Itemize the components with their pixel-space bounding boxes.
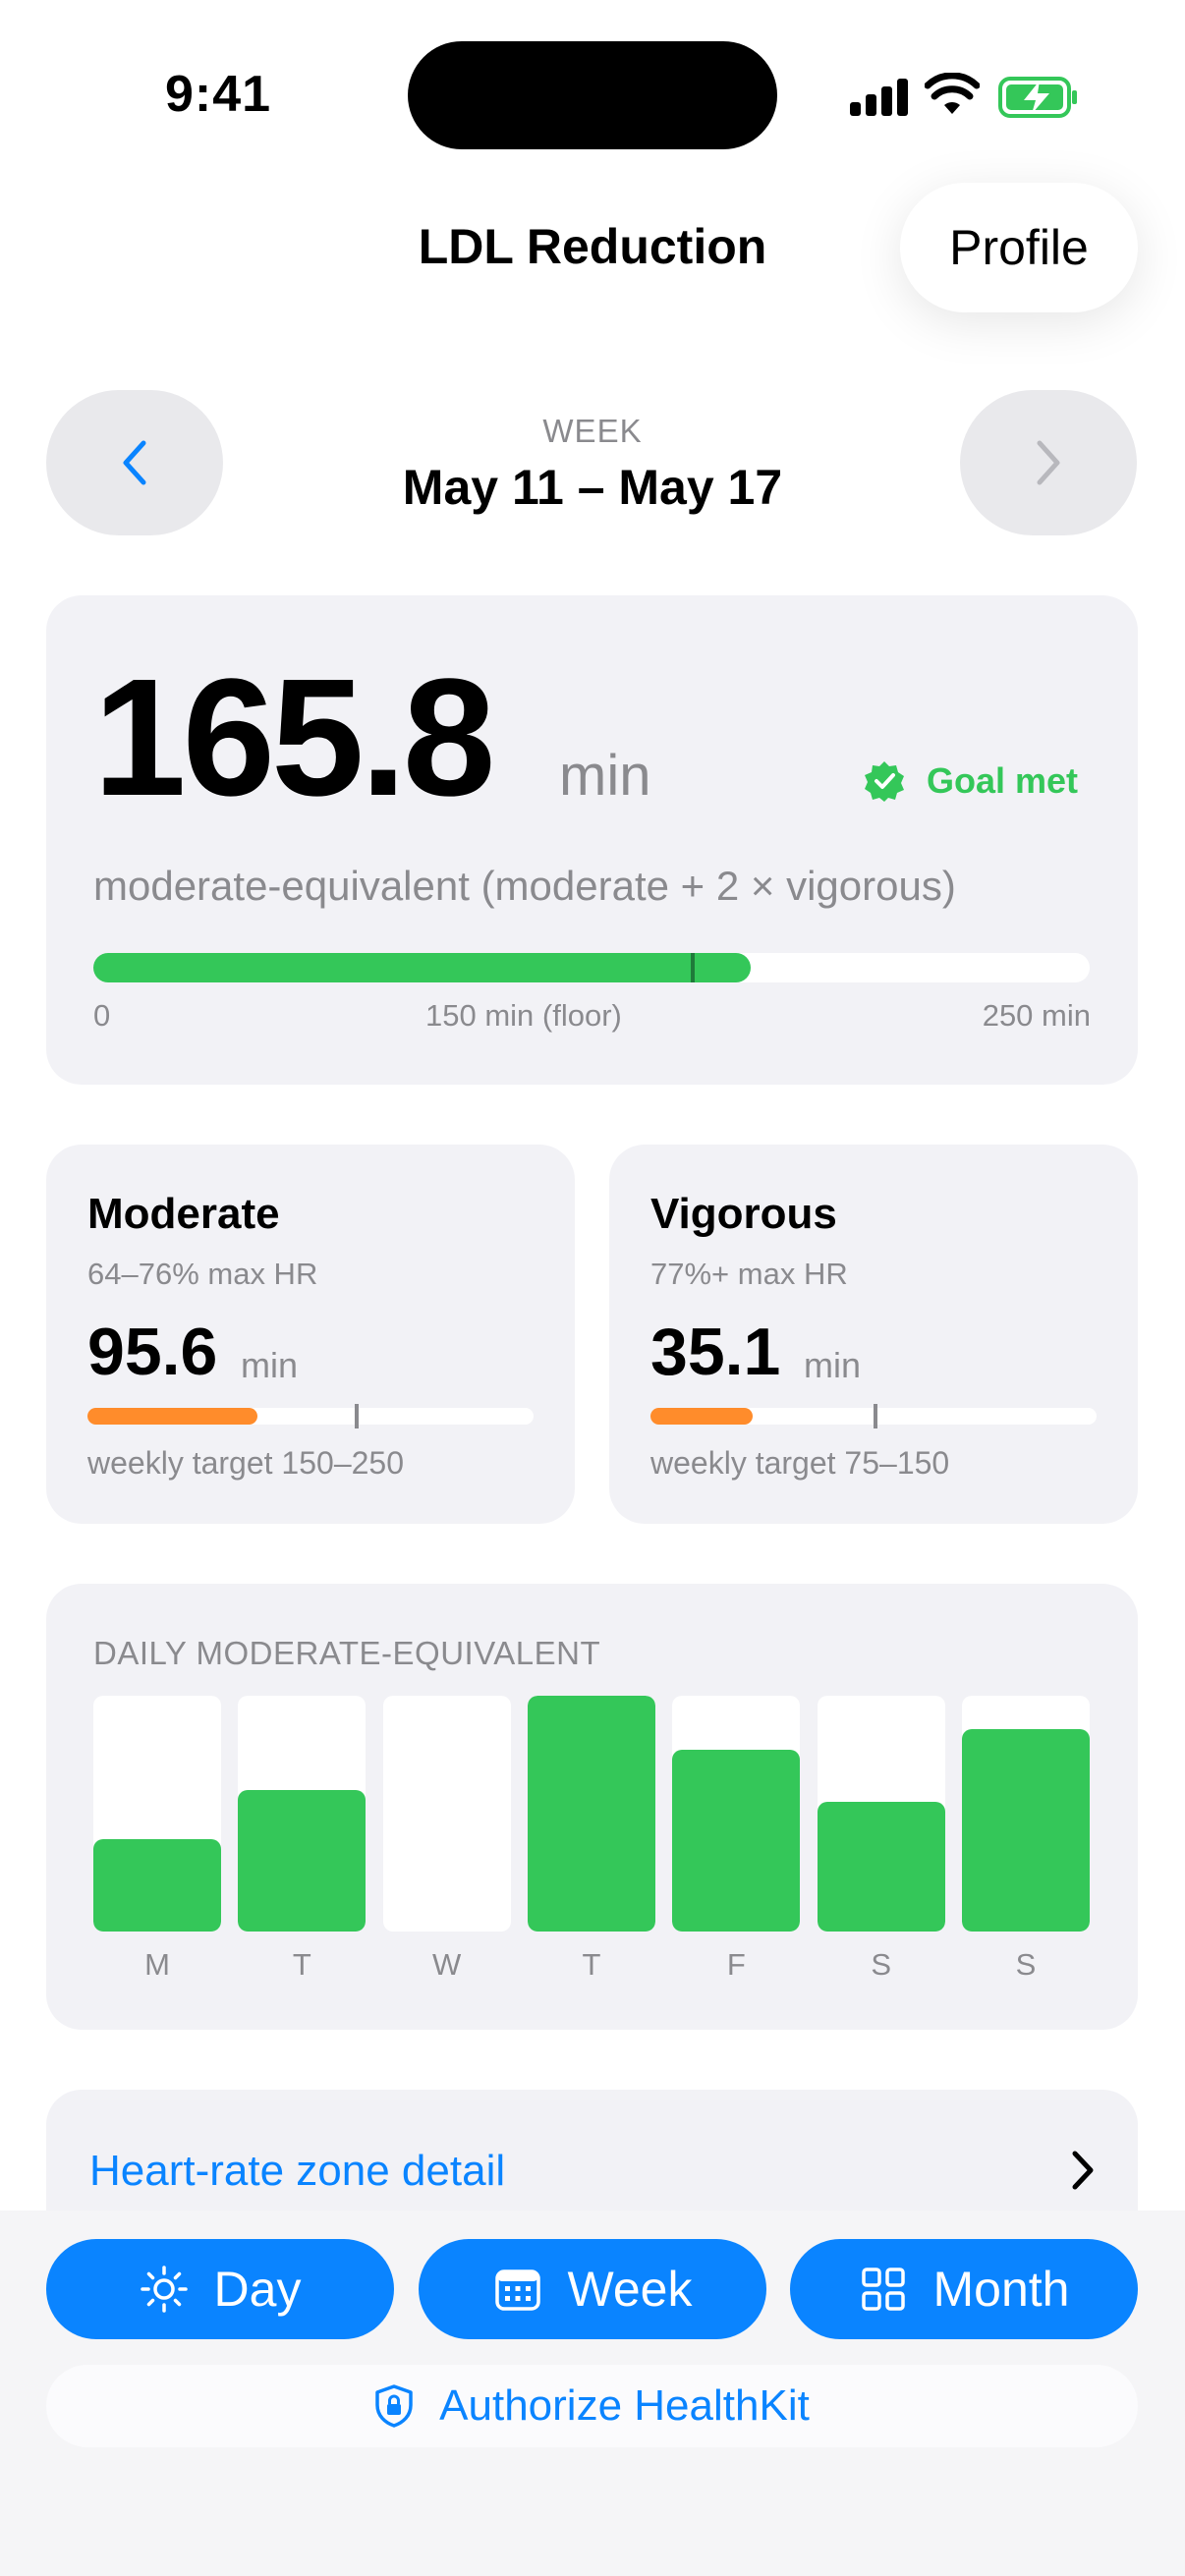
moderate-hr-range: 64–76% max HR <box>87 1257 318 1291</box>
vigorous-hr-range: 77%+ max HR <box>650 1257 848 1291</box>
daily-bar-fill <box>817 1802 945 1932</box>
vigorous-title: Vigorous <box>650 1190 837 1238</box>
weekly-progress-bar <box>93 953 1090 982</box>
month-view-label: Month <box>932 2262 1070 2317</box>
scale-floor-label: 150 min (floor) <box>425 998 622 1033</box>
chevron-right-icon <box>1037 440 1060 485</box>
daily-bar-label: S <box>1015 1947 1037 1982</box>
daily-bar <box>382 1696 511 1932</box>
daily-bar-fill <box>528 1696 655 1932</box>
checkmark-seal-icon <box>865 761 904 802</box>
goal-status-label: Goal met <box>927 760 1079 801</box>
daily-bar <box>528 1696 655 1932</box>
total-minutes-value: 165.8 <box>93 644 495 831</box>
moderate-target-marker <box>355 1404 360 1428</box>
moderate-progress-fill <box>87 1408 257 1425</box>
daily-bar-chart: MTWTFSS <box>93 1696 1090 1982</box>
vigorous-weekly-target: weekly target 75–150 <box>650 1445 950 1481</box>
daily-bar-label: M <box>144 1947 170 1982</box>
cellular-signal-icon <box>850 77 909 116</box>
equivalent-formula-label: moderate-equivalent (moderate + 2 × vigo… <box>93 863 956 909</box>
next-week-button[interactable] <box>960 390 1137 535</box>
daily-bar <box>817 1696 945 1932</box>
status-bar: 9:41 <box>0 0 1185 187</box>
moderate-weekly-target: weekly target 150–250 <box>87 1445 404 1481</box>
daily-chart-title: DAILY MODERATE-EQUIVALENT <box>93 1635 601 1671</box>
chevron-right-icon <box>1072 2151 1094 2190</box>
daily-bar-label: S <box>871 1947 891 1982</box>
moderate-minutes-value: 95.6 <box>87 1315 218 1389</box>
daily-bar-label: T <box>292 1947 311 1982</box>
vigorous-minutes-unit: min <box>804 1345 862 1385</box>
scale-max-label: 250 min <box>982 998 1091 1033</box>
weekly-summary-card: 165.8 min Goal met moderate-equivalent (… <box>46 595 1138 1085</box>
profile-button[interactable]: Profile <box>900 183 1138 312</box>
moderate-title: Moderate <box>87 1190 280 1238</box>
daily-bar-label: T <box>582 1947 601 1982</box>
heart-rate-zone-detail-label: Heart-rate zone detail <box>89 2147 506 2195</box>
daily-bar-fill <box>238 1790 367 1932</box>
vigorous-progress-fill <box>650 1408 754 1425</box>
vigorous-progress-bar <box>650 1404 1097 1428</box>
calendar-icon <box>494 2269 540 2311</box>
sun-icon <box>140 2266 188 2313</box>
daily-bar-fill <box>962 1728 1090 1932</box>
vigorous-zone-card: Vigorous 77%+ max HR 35.1 min weekly tar… <box>609 1145 1138 1524</box>
daily-bar-label: W <box>432 1947 462 1982</box>
daily-bar <box>93 1696 221 1932</box>
moderate-progress-bar <box>87 1404 534 1428</box>
daily-bar-label: F <box>726 1947 746 1982</box>
floor-marker <box>691 953 696 982</box>
authorize-healthkit-label: Authorize HealthKit <box>439 2381 810 2430</box>
moderate-zone-card: Moderate 64–76% max HR 95.6 min weekly t… <box>46 1145 575 1524</box>
grid-icon <box>861 2268 905 2311</box>
day-view-button[interactable]: Day <box>46 2239 394 2339</box>
daily-bar <box>962 1696 1090 1932</box>
dynamic-island <box>408 41 777 149</box>
shield-lock-icon <box>375 2384 413 2428</box>
goal-status-badge: Goal met <box>864 760 1078 802</box>
month-view-button[interactable]: Month <box>790 2239 1138 2339</box>
scale-min-label: 0 <box>93 998 111 1033</box>
day-view-label: Day <box>213 2262 302 2317</box>
daily-bar-fill <box>93 1839 221 1932</box>
daily-chart-card: DAILY MODERATE-EQUIVALENT M T W T F S S <box>46 1584 1138 2030</box>
daily-bar <box>672 1696 801 1932</box>
moderate-minutes-unit: min <box>241 1345 299 1385</box>
daily-bar-fill <box>672 1750 801 1932</box>
weekly-progress-fill <box>93 953 752 982</box>
vigorous-minutes-value: 35.1 <box>650 1315 781 1389</box>
vigorous-target-marker <box>874 1404 877 1428</box>
wifi-icon <box>925 73 980 114</box>
battery-charging-icon <box>998 77 1077 118</box>
status-time: 9:41 <box>165 66 272 123</box>
daily-bar <box>238 1696 367 1932</box>
total-minutes-unit: min <box>559 744 651 808</box>
week-view-label: Week <box>567 2262 693 2317</box>
week-view-button[interactable]: Week <box>419 2239 766 2339</box>
authorize-healthkit-button[interactable]: Authorize HealthKit <box>46 2365 1138 2447</box>
